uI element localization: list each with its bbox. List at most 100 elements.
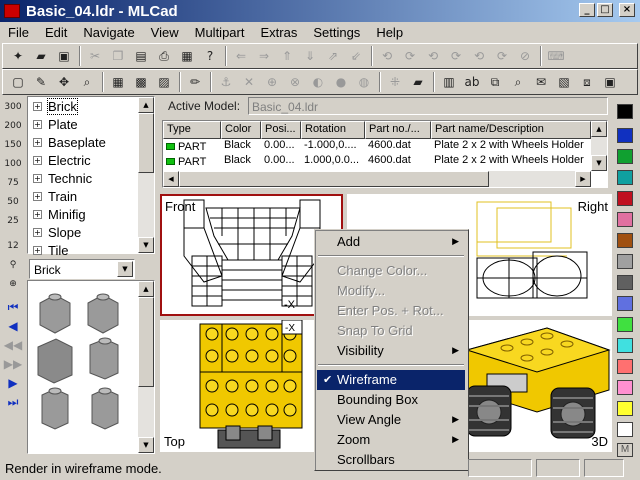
color-swatch[interactable] — [617, 170, 633, 185]
tree-item-minifig[interactable]: + Minifig — [28, 205, 154, 223]
menu-navigate[interactable]: Navigate — [75, 25, 142, 40]
layout-icon[interactable]: ▦ — [107, 71, 129, 93]
tree-item-tile[interactable]: + Tile — [28, 241, 154, 259]
color-swatch[interactable] — [617, 380, 633, 395]
camera-icon[interactable]: ◍ — [353, 71, 375, 93]
select-icon[interactable]: ▢ — [7, 71, 29, 93]
new-file-icon[interactable]: ✦ — [7, 45, 29, 67]
move-down-icon[interactable]: ⇓ — [299, 45, 321, 67]
zoom-100-button[interactable]: 100 — [2, 155, 24, 174]
move-out-icon[interactable]: ⇙ — [345, 45, 367, 67]
color-swatch[interactable] — [617, 233, 633, 248]
tree-item-brick[interactable]: + Brick — [28, 97, 154, 115]
col-position[interactable]: Posi... — [261, 121, 301, 139]
tree-item-electric[interactable]: + Electric — [28, 151, 154, 169]
color-swatch[interactable] — [617, 338, 633, 353]
move-in-icon[interactable]: ⇗ — [322, 45, 344, 67]
zoom-300-button[interactable]: 300 — [2, 98, 24, 117]
rotate-free-icon[interactable]: ⊘ — [514, 45, 536, 67]
open-folder-icon[interactable]: ▰ — [30, 45, 52, 67]
col-color[interactable]: Color — [221, 121, 261, 139]
zoom-center-icon[interactable]: ⊕ — [2, 275, 24, 294]
tree-item-train[interactable]: + Train — [28, 187, 154, 205]
color-swatch[interactable] — [617, 254, 633, 269]
light-icon[interactable]: ● — [330, 71, 352, 93]
color-swatch[interactable] — [617, 359, 633, 374]
move-up-icon[interactable]: ⇑ — [276, 45, 298, 67]
zoom-50-button[interactable]: 50 — [2, 193, 24, 212]
step-icon[interactable]: ▥ — [438, 71, 460, 93]
col-rotation[interactable]: Rotation — [301, 121, 365, 139]
tree-item-plate[interactable]: + Plate — [28, 115, 154, 133]
menu-file[interactable]: File — [0, 25, 37, 40]
copy-icon[interactable]: ❐ — [107, 45, 129, 67]
color-swatch[interactable] — [617, 128, 633, 143]
save-icon[interactable]: ▣ — [53, 45, 75, 67]
color-swatch[interactable] — [617, 104, 633, 119]
last-step-icon[interactable]: ⏭ — [2, 393, 24, 412]
color-swatch[interactable] — [617, 191, 633, 206]
close-button[interactable]: × — [619, 3, 635, 17]
zoom-fit-icon[interactable]: ⚲ — [2, 256, 24, 275]
menu-view[interactable]: View — [143, 25, 187, 40]
prev-step-icon[interactable]: ◀ — [2, 317, 24, 336]
tree-item-baseplate[interactable]: + Baseplate — [28, 133, 154, 151]
zoom-12-button[interactable]: 12 — [2, 237, 24, 256]
rotate-y-icon[interactable]: ⟲ — [422, 45, 444, 67]
color-swatch[interactable] — [617, 212, 633, 227]
rotate-y-back-icon[interactable]: ⟳ — [445, 45, 467, 67]
zoom-icon[interactable]: ⌕ — [76, 71, 98, 93]
help-pointer-icon[interactable]: ? — [199, 45, 221, 67]
table-row[interactable]: PART Black 0.00... 1.000,0.0... 4600.dat… — [163, 154, 607, 169]
tree-item-technic[interactable]: + Technic — [28, 169, 154, 187]
parts-scrollbar[interactable]: ▲ ▼ — [138, 281, 154, 453]
ctx-change-color[interactable]: Change Color... — [317, 261, 465, 281]
fine-grid-icon[interactable]: ▨ — [153, 71, 175, 93]
background-icon[interactable]: ▧ — [553, 71, 575, 93]
maximize-button[interactable]: □ — [597, 3, 613, 17]
zoom-75-button[interactable]: 75 — [2, 174, 24, 193]
fast-back-icon[interactable]: ◀◀ — [2, 336, 24, 355]
rotate-x-back-icon[interactable]: ⟳ — [399, 45, 421, 67]
comment-icon[interactable]: ✉ — [530, 71, 552, 93]
edit-icon[interactable]: ✎ — [30, 71, 52, 93]
minimize-button[interactable]: _ — [579, 3, 595, 17]
fast-forward-icon[interactable]: ▶▶ — [2, 355, 24, 374]
table-hscrollbar[interactable]: ◀ ▶ — [163, 171, 591, 187]
menu-extras[interactable]: Extras — [252, 25, 305, 40]
brick-thumbnails[interactable] — [30, 283, 140, 453]
more-colors-button[interactable]: M — [617, 443, 633, 457]
preview-icon[interactable]: ▦ — [176, 45, 198, 67]
ctx-enter-pos-rot[interactable]: Enter Pos. + Rot... — [317, 301, 465, 321]
ctx-bounding-box[interactable]: Bounding Box — [317, 390, 465, 410]
cut-icon[interactable]: ✂ — [84, 45, 106, 67]
ghost-icon[interactable]: ▣ — [599, 71, 621, 93]
ctx-view-angle[interactable]: View Angle ▶ — [317, 410, 465, 430]
rotate-z-icon[interactable]: ⟲ — [468, 45, 490, 67]
menu-multipart[interactable]: Multipart — [187, 25, 253, 40]
menu-settings[interactable]: Settings — [305, 25, 368, 40]
ctx-add[interactable]: Add ▶ — [317, 232, 465, 252]
zoom-25-button[interactable]: 25 — [2, 212, 24, 231]
color-swatch[interactable] — [617, 422, 633, 437]
print-icon[interactable]: ⎙ — [153, 45, 175, 67]
hide-icon[interactable]: ◐ — [307, 71, 329, 93]
ctx-wireframe[interactable]: ✔ Wireframe — [317, 370, 465, 390]
buffer-icon[interactable]: ⧈ — [576, 71, 598, 93]
color-swatch[interactable] — [617, 149, 633, 164]
render-icon[interactable]: ▰ — [407, 71, 429, 93]
color-swatch[interactable] — [617, 401, 633, 416]
move-icon[interactable]: ✥ — [53, 71, 75, 93]
move-left-icon[interactable]: ⇐ — [230, 45, 252, 67]
next-step-icon[interactable]: ▶ — [2, 374, 24, 393]
color-swatch[interactable] — [617, 296, 633, 311]
delete-icon[interactable]: ✕ — [238, 71, 260, 93]
paste-icon[interactable]: ▤ — [130, 45, 152, 67]
menu-edit[interactable]: Edit — [37, 25, 75, 40]
zoom-150-button[interactable]: 150 — [2, 136, 24, 155]
first-step-icon[interactable]: ⏮ — [2, 298, 24, 317]
color-swatch[interactable] — [617, 317, 633, 332]
hinge-icon[interactable]: ⚓ — [215, 71, 237, 93]
rotate-x-icon[interactable]: ⟲ — [376, 45, 398, 67]
submodel-icon[interactable]: ⧉ — [484, 71, 506, 93]
